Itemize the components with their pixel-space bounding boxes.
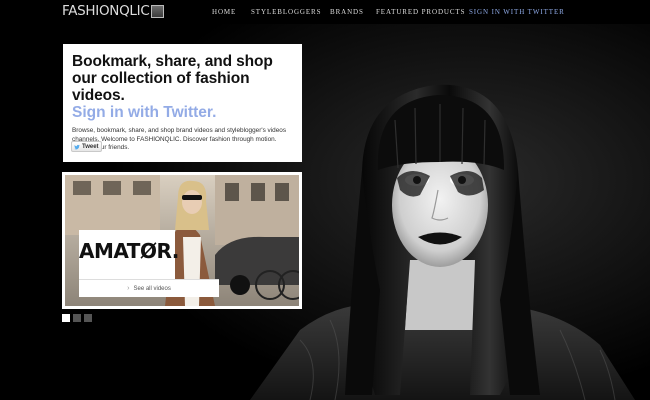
twitter-bird-icon (74, 144, 80, 149)
nav-item-home[interactable]: HOME (212, 7, 236, 17)
nav-item-stylebloggers[interactable]: STYLEBLOGGERS (251, 7, 321, 17)
logo-text: FASHIONQLIC (62, 3, 150, 19)
tweet-button-label: Tweet (82, 143, 99, 150)
nav-item-brands[interactable]: BRANDS (330, 7, 364, 17)
chevron-right-icon: › (127, 285, 130, 292)
sign-in-twitter-link[interactable]: Sign in with Twitter. (72, 104, 293, 121)
intro-description: Browse, bookmark, share, and shop brand … (72, 127, 287, 152)
top-navigation-bar: FASHIONQLIC HOME STYLEBLOGGERS BRANDS FE… (0, 0, 650, 24)
site-logo[interactable]: FASHIONQLIC (62, 3, 165, 20)
brand-name: AMATØR. (79, 239, 179, 263)
slider-dot-2[interactable] (73, 314, 81, 322)
logo-square-icon (151, 5, 165, 18)
slider-pagination (62, 314, 95, 322)
see-all-videos-label: See all videos (133, 285, 171, 292)
nav-item-featured-products[interactable]: FEATURED PRODUCTS (376, 7, 465, 17)
intro-heading: Bookmark, share, and shop our collection… (72, 53, 273, 104)
slider-dot-1[interactable] (62, 314, 70, 322)
slider-dot-3[interactable] (84, 314, 92, 322)
featured-brand-card[interactable]: AMATØR. › See all videos (62, 172, 302, 309)
see-all-videos-link[interactable]: › See all videos (79, 279, 219, 297)
nav-item-sign-in-twitter[interactable]: SIGN IN WITH TWITTER (469, 7, 565, 17)
tweet-button[interactable]: Tweet (71, 141, 102, 152)
featured-photo: AMATØR. › See all videos (65, 175, 299, 306)
